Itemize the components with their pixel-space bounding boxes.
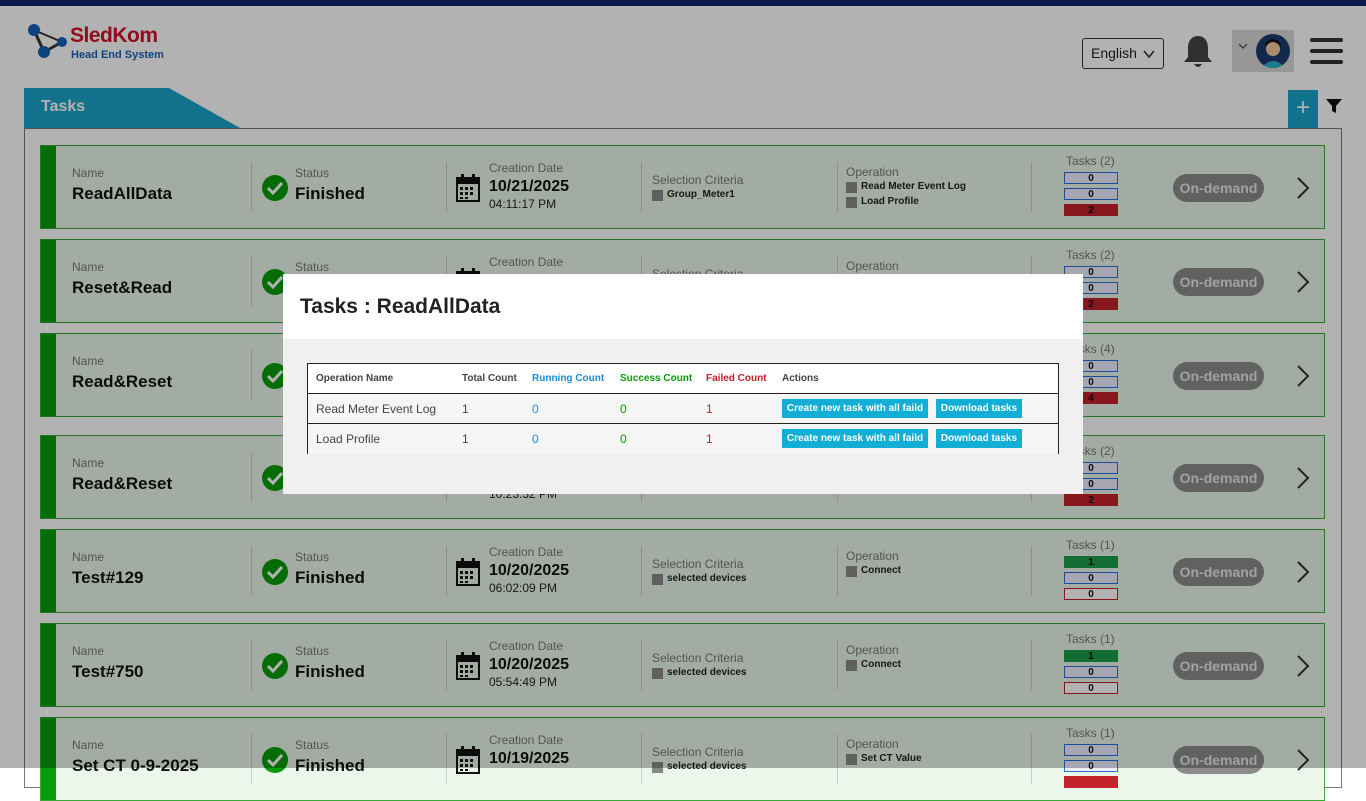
header-failed-count: Failed Count — [706, 373, 767, 384]
running-count-cell: 0 — [532, 432, 539, 446]
total-count-cell: 1 — [462, 402, 469, 416]
running-count-cell: 0 — [532, 402, 539, 416]
success-count-cell: 0 — [620, 402, 627, 416]
header-operation-name: Operation Name — [316, 373, 394, 384]
failed-count-cell: 1 — [706, 402, 713, 416]
header-running-count: Running Count — [532, 373, 605, 384]
table-row: Load Profile 1 0 0 1 Create new task wit… — [308, 424, 1058, 454]
operation-name-cell: Read Meter Event Log — [316, 402, 437, 416]
operations-table: Operation Name Total Count Running Count… — [307, 363, 1059, 454]
header-total-count: Total Count — [462, 373, 517, 384]
modal-title: Tasks : ReadAllData — [300, 295, 501, 318]
create-task-all-failed-button[interactable]: Create new task with all faild — [782, 399, 928, 418]
header-actions: Actions — [782, 373, 819, 384]
success-count-cell: 0 — [620, 432, 627, 446]
download-tasks-button[interactable]: Download tasks — [936, 429, 1022, 448]
create-task-all-failed-button[interactable]: Create new task with all faild — [782, 429, 928, 448]
total-count-cell: 1 — [462, 432, 469, 446]
operation-name-cell: Load Profile — [316, 432, 381, 446]
modal-header: Tasks : ReadAllData — [283, 274, 1083, 339]
header-success-count: Success Count — [620, 373, 693, 384]
task-count-box — [1064, 776, 1118, 788]
tasks-modal: Tasks : ReadAllData Operation Name Total… — [283, 274, 1083, 494]
table-header-row: Operation Name Total Count Running Count… — [308, 364, 1058, 394]
download-tasks-button[interactable]: Download tasks — [936, 399, 1022, 418]
failed-count-cell: 1 — [706, 432, 713, 446]
table-row: Read Meter Event Log 1 0 0 1 Create new … — [308, 394, 1058, 424]
